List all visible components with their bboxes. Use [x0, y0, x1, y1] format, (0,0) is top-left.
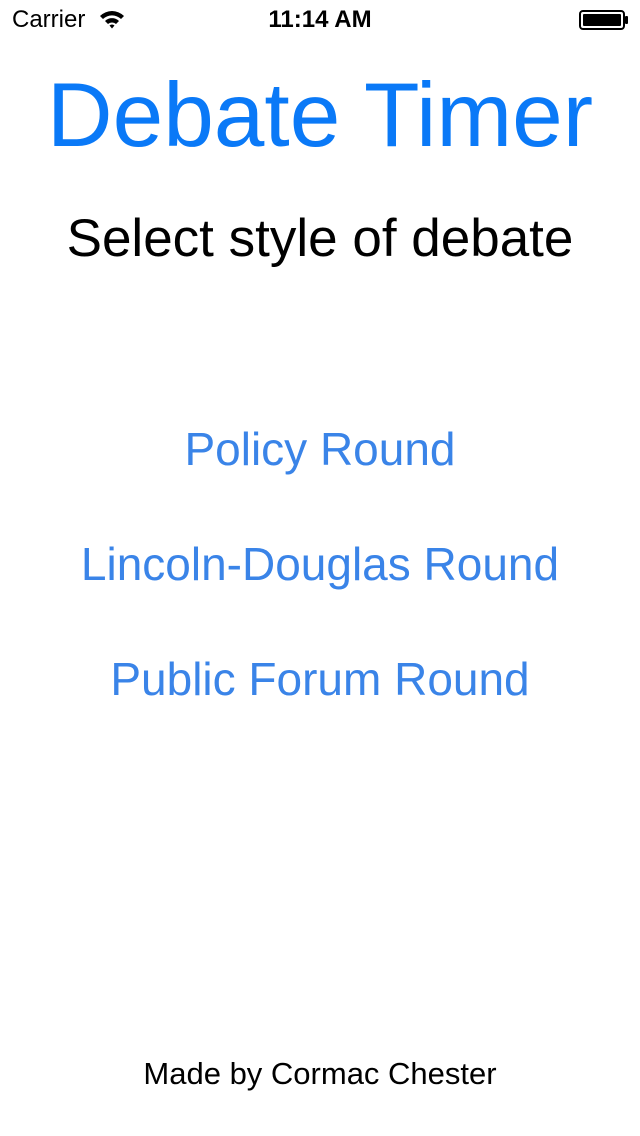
battery-icon: [579, 10, 629, 30]
page-subtitle: Select style of debate: [66, 209, 574, 268]
author-credit: Made by Cormac Chester: [143, 1056, 497, 1091]
public-forum-round-button[interactable]: Public Forum Round: [0, 651, 640, 707]
policy-round-button[interactable]: Policy Round: [0, 421, 640, 477]
app-title: Debate Timer: [46, 65, 594, 166]
status-time: 11:14 AM: [268, 6, 372, 33]
status-bar: Carrier 11:14 AM: [0, 0, 640, 40]
lincoln-douglas-round-button[interactable]: Lincoln-Douglas Round: [0, 536, 640, 592]
